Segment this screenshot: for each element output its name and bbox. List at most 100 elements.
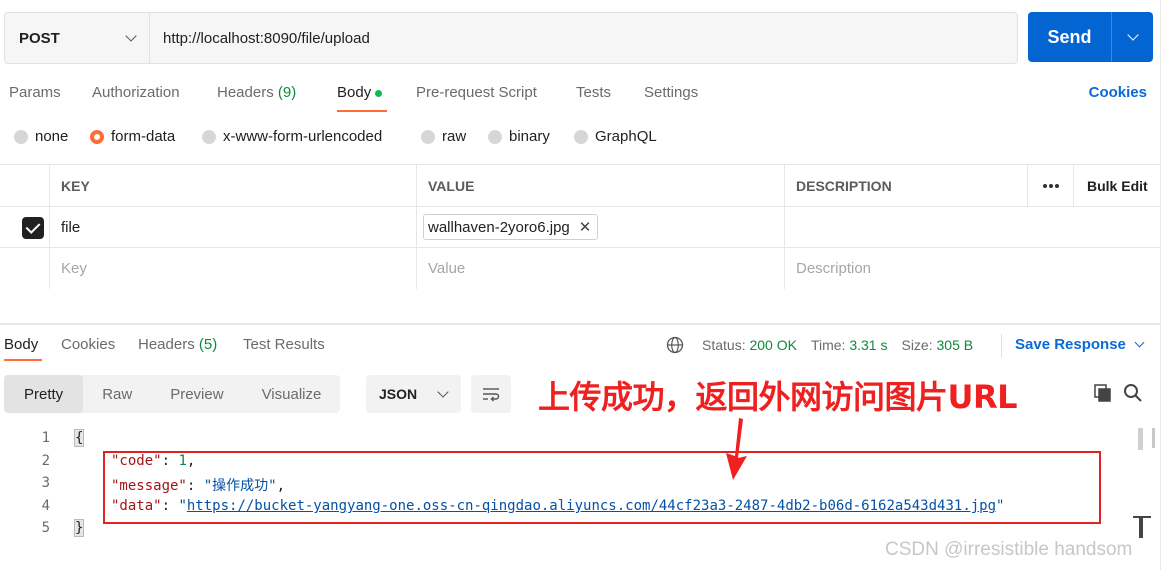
row-description-cell[interactable] [784,207,1160,247]
new-value-input[interactable]: Value [416,248,784,289]
tab-settings[interactable]: Settings [644,84,698,101]
row-enabled-checkbox[interactable] [22,217,44,239]
tab-params[interactable]: Params [9,84,61,101]
send-button[interactable]: Send [1028,12,1153,62]
tab-response-body[interactable]: Body [4,336,38,353]
request-bar: POST http://localhost:8090/file/upload S… [0,12,1160,64]
radio-urlencoded[interactable]: x-www-form-urlencoded [202,128,382,145]
radio-form-data[interactable]: form-data [90,128,175,145]
more-options-button[interactable] [1027,165,1074,206]
radio-graphql[interactable]: GraphQL [574,128,657,145]
chevron-down-icon [1126,29,1139,41]
view-raw[interactable]: Raw [83,375,151,413]
copy-icon[interactable] [1093,383,1113,403]
tab-headers[interactable]: Headers (9) [217,84,296,101]
tab-tests[interactable]: Tests [576,84,611,101]
time-value: 3.31 s [849,337,888,353]
tab-body[interactable]: Body [337,84,383,101]
watermark: CSDN @irresistible handsom [885,539,1133,560]
response-meta: Status: 200 OK Time: 3.31 s Size: 305 B [666,336,973,354]
line-number: 4 [41,498,50,514]
radio-off-icon [574,129,588,144]
send-label: Send [1028,12,1112,62]
radio-none-label: none [35,128,69,145]
radio-graphql-label: GraphQL [595,128,657,145]
tab-headers-label: Headers [217,84,274,101]
radio-raw-label: raw [442,128,467,145]
row-key-cell[interactable]: file [49,207,417,247]
more-horizontal-icon [1043,183,1059,188]
line-number: 3 [41,475,50,491]
send-dropdown-button[interactable] [1112,12,1153,62]
size-value: 305 B [936,337,974,353]
divider [1001,334,1002,358]
save-response-button[interactable]: Save Response [1015,336,1145,353]
cookies-link[interactable]: Cookies [1089,84,1147,101]
view-visualize[interactable]: Visualize [243,375,341,413]
bulk-edit-button[interactable]: Bulk Edit [1073,165,1160,206]
form-data-table: KEY VALUE DESCRIPTION Bulk Edit file wal… [0,164,1160,289]
table-row: file wallhaven-2yoro6.jpg ✕ [0,207,1160,248]
window-edge [1160,0,1161,570]
table-row: Key Value Description [0,248,1160,289]
method-label: POST [19,29,60,47]
save-response-label: Save Response [1015,336,1126,353]
response-headers-count: (5) [198,336,218,353]
url-text: http://localhost:8090/file/upload [163,29,370,47]
code-open-brace: { [73,429,85,447]
row-value-cell[interactable]: wallhaven-2yoro6.jpg ✕ [416,207,784,247]
radio-form-data-label: form-data [111,128,176,145]
line-number: 5 [41,520,50,536]
col-key-header: KEY [49,165,417,206]
text-cursor-icon [1133,516,1151,538]
radio-off-icon [488,129,502,144]
arrow-down-icon [726,418,747,480]
highlight-box [103,451,1101,524]
radio-none[interactable]: none [14,128,68,145]
tab-body-label: Body [337,84,372,101]
language-select[interactable]: JSON [366,375,461,413]
method-select[interactable]: POST [5,13,150,63]
tab-response-headers[interactable]: Headers (5) [138,336,217,353]
col-value-header: VALUE [416,165,784,206]
file-name: wallhaven-2yoro6.jpg [428,218,570,236]
chevron-down-icon [437,386,449,398]
radio-binary-label: binary [509,128,550,145]
tab-pre-request-script[interactable]: Pre-request Script [416,84,537,101]
wrap-lines-icon [483,388,500,402]
tab-response-headers-label: Headers [138,336,195,353]
view-mode-toggle: Pretty Raw Preview Visualize [4,375,341,413]
request-tabs: Params Authorization Headers (9) Body Pr… [0,80,1160,112]
wrap-lines-button[interactable] [471,375,511,413]
new-description-input[interactable]: Description [784,248,1160,289]
tab-authorization[interactable]: Authorization [92,84,180,101]
radio-off-icon [202,129,216,144]
view-pretty[interactable]: Pretty [4,375,84,413]
globe-icon[interactable] [666,336,684,354]
url-input[interactable]: http://localhost:8090/file/upload [150,13,1017,63]
tab-test-results[interactable]: Test Results [243,336,325,353]
col-description-header: DESCRIPTION [784,165,1028,206]
pane-divider[interactable] [0,323,1160,325]
view-preview[interactable]: Preview [151,375,242,413]
radio-urlencoded-label: x-www-form-urlencoded [223,128,383,145]
radio-raw[interactable]: raw [421,128,466,145]
tab-response-cookies[interactable]: Cookies [61,336,115,353]
scrollbar[interactable] [1152,428,1155,448]
scrollbar[interactable] [1138,428,1143,450]
line-number: 1 [41,430,50,446]
annotation-text: 上传成功，返回外网访问图片URL [538,378,1018,416]
new-key-input[interactable]: Key [49,248,417,289]
line-number: 2 [41,453,50,469]
radio-on-icon [90,129,104,144]
response-tabs: Body Cookies Headers (5) Test Results St… [0,334,1160,361]
time-label: Time: [810,337,846,353]
size-label: Size: [901,337,933,353]
status-value: 200 OK [749,337,797,353]
search-icon[interactable] [1123,383,1143,403]
radio-binary[interactable]: binary [488,128,550,145]
remove-file-icon[interactable]: ✕ [579,218,592,236]
table-header-row: KEY VALUE DESCRIPTION Bulk Edit [0,165,1160,207]
headers-count: (9) [277,84,297,101]
url-bar: POST http://localhost:8090/file/upload [4,12,1018,64]
